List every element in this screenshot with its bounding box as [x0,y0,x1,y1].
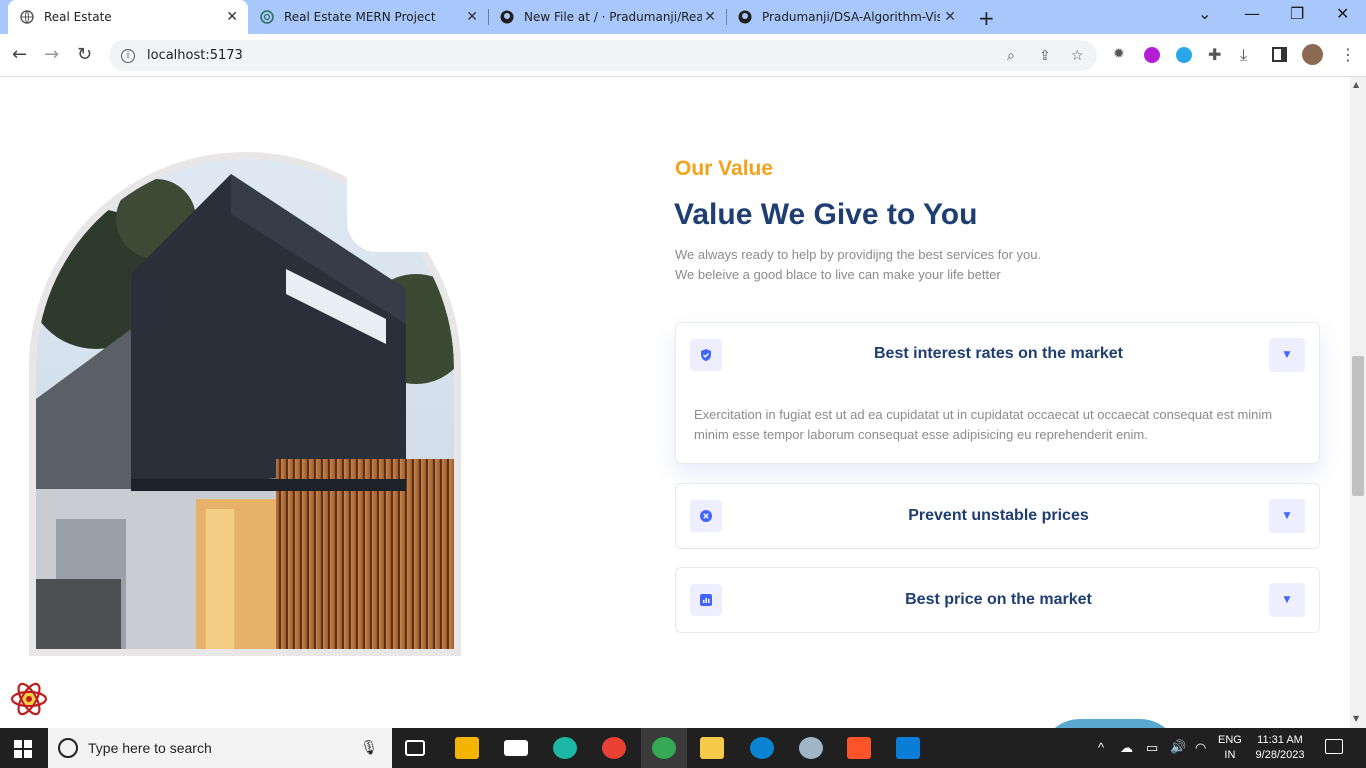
chrome-menu-icon[interactable]: ⋮ [1340,45,1356,64]
edge-dev-icon[interactable] [553,737,577,759]
accordion-title[interactable]: Best price on the market [676,591,1321,609]
clock-date: 9/28/2023 [1255,749,1305,761]
tab-dsa-visualizer[interactable]: Pradumanji/DSA-Algorithm-Visu ✕ [726,0,966,34]
close-tab-icon[interactable]: ✕ [466,9,478,25]
chevron-down-icon[interactable]: ▼ [1269,583,1305,617]
scroll-up-arrow[interactable]: ▲ [1353,80,1359,89]
tab-search-icon[interactable]: ⌄ [1198,4,1211,23]
battery-icon[interactable]: ▭ [1146,740,1158,756]
bug-extension-icon[interactable]: ✹ [1113,46,1125,62]
chatgpt-icon [260,10,274,24]
file-explorer-icon[interactable] [700,737,724,759]
accordion-title[interactable]: Prevent unstable prices [676,507,1321,525]
close-tab-icon[interactable]: ✕ [944,9,956,25]
close-window-button[interactable]: ✕ [1336,4,1349,23]
globe-icon [20,10,34,24]
tab-real-estate[interactable]: Real Estate ✕ [8,0,248,34]
tab-title: Pradumanji/DSA-Algorithm-Visu [762,10,940,24]
zoom-icon[interactable]: ⌕ [1007,48,1015,64]
accordion-body: Exercitation in fugiat est ut ad ea cupi… [694,407,1273,442]
scrollbar-thumb[interactable] [1352,356,1364,496]
search-icon [58,738,78,758]
task-view-icon[interactable] [405,740,425,756]
back-button[interactable]: ← [12,44,27,65]
url-text: localhost:5173 [147,48,243,63]
notifications-icon[interactable] [1325,739,1343,754]
site-info-icon[interactable]: i [121,48,135,63]
volume-icon[interactable]: 🔊 [1170,739,1186,755]
tab-real-estate-mern[interactable]: Real Estate MERN Project ✕ [248,0,488,34]
github-icon [500,10,514,24]
wifi-icon[interactable]: ◠ [1195,740,1206,756]
close-tab-icon[interactable]: ✕ [704,9,716,25]
windows-start-icon[interactable] [14,740,32,758]
chevron-down-icon[interactable]: ▼ [1269,338,1305,372]
edge-icon[interactable] [750,737,774,759]
tab-title: New File at / · Pradumanji/Real-E [524,10,702,24]
lang-region: IN [1224,749,1236,761]
browser-toolbar: ← → ↻ i localhost:5173 ⌕ ⇪ ☆ ✹ ✚ ⤓ ⋮ [0,34,1366,77]
extensions-puzzle-icon[interactable]: ✚ [1208,45,1221,64]
page-content: Our Value Value We Give to You We always… [0,77,1350,728]
bookmark-star-icon[interactable]: ☆ [1071,48,1084,64]
microsoft-store-icon[interactable] [455,737,479,759]
clock-time: 11:31 AM [1257,734,1303,746]
address-bar[interactable]: i localhost:5173 ⌕ ⇪ ☆ [109,40,1097,71]
tab-title: Real Estate [44,10,112,24]
decorative-circle [1040,719,1180,728]
vscode-icon[interactable] [896,737,920,759]
section-description: We always ready to help by providijng th… [675,245,1041,285]
accordion-item-best-price[interactable]: Best price on the market ▼ [675,567,1320,633]
clock[interactable]: 11:31 AM 9/28/2023 [1252,733,1308,763]
accordion-item-unstable-prices[interactable]: Prevent unstable prices ▼ [675,483,1320,549]
minimize-button[interactable]: — [1244,4,1260,23]
mail-icon[interactable] [504,740,528,756]
tray-chevron-icon[interactable]: ^ [1098,740,1104,755]
description-line: We beleive a good blace to live can make… [675,267,1001,282]
chrome-icon[interactable] [602,737,626,759]
chrome-active-icon[interactable] [652,737,676,759]
reload-button[interactable]: ↻ [77,44,92,65]
microphone-icon[interactable]: 🎙 [360,740,378,756]
react-devtools-icon[interactable] [10,680,48,718]
github-icon [738,10,752,24]
profile-avatar[interactable] [1302,44,1323,65]
accordion-title[interactable]: Best interest rates on the market [676,345,1321,363]
extension-purple-icon[interactable] [1144,47,1160,63]
side-panel-icon[interactable] [1272,47,1287,62]
language-indicator[interactable]: ENG IN [1218,733,1242,763]
search-placeholder: Type here to search [88,740,212,756]
scroll-down-arrow[interactable]: ▼ [1353,714,1359,723]
restore-button[interactable]: ❐ [1290,4,1304,23]
section-eyebrow: Our Value [675,157,774,180]
paint-icon[interactable] [799,737,823,759]
browser-tab-bar: Real Estate ✕ Real Estate MERN Project ✕… [0,0,1366,34]
forward-button[interactable]: → [44,44,59,65]
chevron-down-icon[interactable]: ▼ [1269,499,1305,533]
onedrive-icon[interactable]: ☁ [1120,740,1133,756]
lang-code: ENG [1218,734,1242,746]
extension-blue-icon[interactable] [1176,47,1192,63]
share-icon[interactable]: ⇪ [1039,48,1051,64]
close-tab-icon[interactable]: ✕ [226,9,238,25]
brave-icon[interactable] [847,737,871,759]
taskbar-search-box[interactable]: Type here to search 🎙 [48,728,392,768]
image-corner-cutout [347,152,467,252]
accordion-item-interest-rates[interactable]: Best interest rates on the market ▼ Exer… [675,322,1320,464]
download-icon[interactable]: ⤓ [1240,45,1247,65]
description-line: We always ready to help by providijng th… [675,247,1042,262]
section-title: Value We Give to You [674,198,978,231]
windows-taskbar: Type here to search 🎙 ^ ☁ ▭ 🔊 ◠ ENG IN 1… [0,728,1366,768]
new-tab-button[interactable]: + [978,6,995,30]
tab-new-file[interactable]: New File at / · Pradumanji/Real-E ✕ [488,0,726,34]
tab-title: Real Estate MERN Project [284,10,436,24]
